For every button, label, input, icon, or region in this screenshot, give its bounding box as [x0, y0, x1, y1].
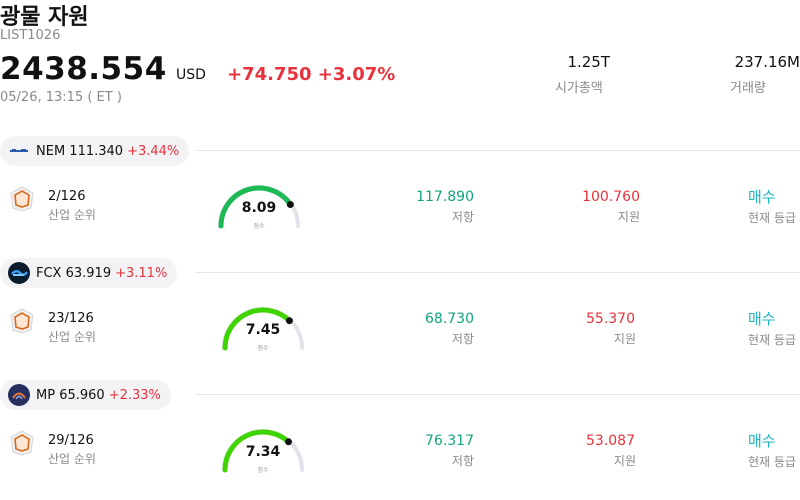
ticker-change: +3.44% — [127, 143, 180, 159]
ticker-chip[interactable]: NEM 111.340 +3.44% — [0, 136, 190, 166]
resistance-label: 저항 — [451, 332, 474, 346]
ticker-chip[interactable]: MP 65.960 +2.33% — [0, 380, 171, 410]
newmont-logo-icon — [8, 140, 30, 162]
industry-rank-label: 산업 순위 — [48, 208, 96, 222]
ticker-symbol: FCX — [36, 265, 62, 281]
industry-rank: 2/126 — [48, 189, 86, 204]
score-value: 8.09 — [241, 200, 277, 216]
industry-rank-label: 산업 순위 — [48, 330, 96, 344]
stock-card[interactable]: FCX 63.919 +3.11% 23/126 산업 순위 7.45 점수 68… — [0, 256, 800, 378]
score-label: 점수 — [257, 467, 269, 474]
score-label: 점수 — [253, 223, 265, 230]
stock-card[interactable]: NEM 111.340 +3.44% 2/126 산업 순위 8.09 점수 11… — [0, 134, 800, 256]
rating-value: 매수 — [748, 310, 776, 328]
index-code: LIST1026 — [0, 28, 61, 43]
ticker-symbol: NEM — [36, 143, 66, 159]
ticker-price: 65.960 — [59, 387, 105, 403]
rating-label: 현재 등급 — [748, 333, 796, 347]
support-value: 53.087 — [586, 433, 635, 449]
rating-label: 현재 등급 — [748, 455, 796, 469]
score-gauge: 8.09 점수 — [214, 176, 304, 232]
industry-rank: 23/126 — [48, 311, 94, 326]
industry-rank-label: 산업 순위 — [48, 452, 96, 466]
volume-label: 거래량 — [730, 81, 766, 96]
ticker-change: +3.11% — [115, 265, 168, 281]
resistance-value: 117.890 — [416, 189, 474, 205]
price-change: +74.750 +3.07% — [227, 64, 396, 85]
resistance-label: 저항 — [451, 210, 474, 224]
timestamp: 05/26, 13:15 ( ET ) — [0, 90, 122, 105]
divider — [195, 272, 800, 273]
rating-value: 매수 — [748, 188, 776, 206]
divider — [195, 150, 800, 151]
score-gauge: 7.45 점수 — [218, 298, 308, 354]
ticker-symbol: MP — [36, 387, 56, 403]
industry-rank-icon — [10, 430, 34, 456]
page-title: 광물 자원 — [0, 5, 89, 30]
resistance-value: 76.317 — [425, 433, 474, 449]
ticker-price: 63.919 — [65, 265, 112, 281]
ticker-change: +2.33% — [108, 387, 161, 403]
score-value: 7.45 — [245, 322, 281, 338]
index-price: 2438.554 — [0, 51, 167, 87]
resistance-label: 저항 — [451, 454, 474, 468]
industry-rank-icon — [10, 186, 34, 212]
volume-value: 237.16M — [734, 53, 800, 71]
market-cap-value: 1.25T — [567, 53, 610, 71]
support-label: 지원 — [613, 454, 636, 468]
support-label: 지원 — [613, 332, 636, 346]
score-label: 점수 — [257, 345, 269, 352]
currency-label: USD — [176, 67, 206, 83]
stock-card[interactable]: MP 65.960 +2.33% 29/126 산업 순위 7.34 점수 76.… — [0, 378, 800, 500]
resistance-value: 68.730 — [425, 311, 474, 327]
ticker-chip[interactable]: FCX 63.919 +3.11% — [0, 258, 178, 288]
support-label: 지원 — [617, 210, 640, 224]
support-value: 55.370 — [586, 311, 635, 327]
divider — [195, 394, 800, 395]
rating-label: 현재 등급 — [748, 211, 796, 225]
industry-rank-icon — [10, 308, 34, 334]
ticker-price: 111.340 — [69, 143, 124, 159]
support-value: 100.760 — [582, 189, 640, 205]
mp-materials-logo-icon — [8, 384, 30, 406]
score-value: 7.34 — [245, 444, 281, 460]
market-cap-label: 시가총액 — [555, 81, 603, 96]
freeport-logo-icon — [8, 262, 30, 284]
score-gauge: 7.34 점수 — [218, 420, 308, 476]
rating-value: 매수 — [748, 432, 776, 450]
industry-rank: 29/126 — [48, 433, 94, 448]
